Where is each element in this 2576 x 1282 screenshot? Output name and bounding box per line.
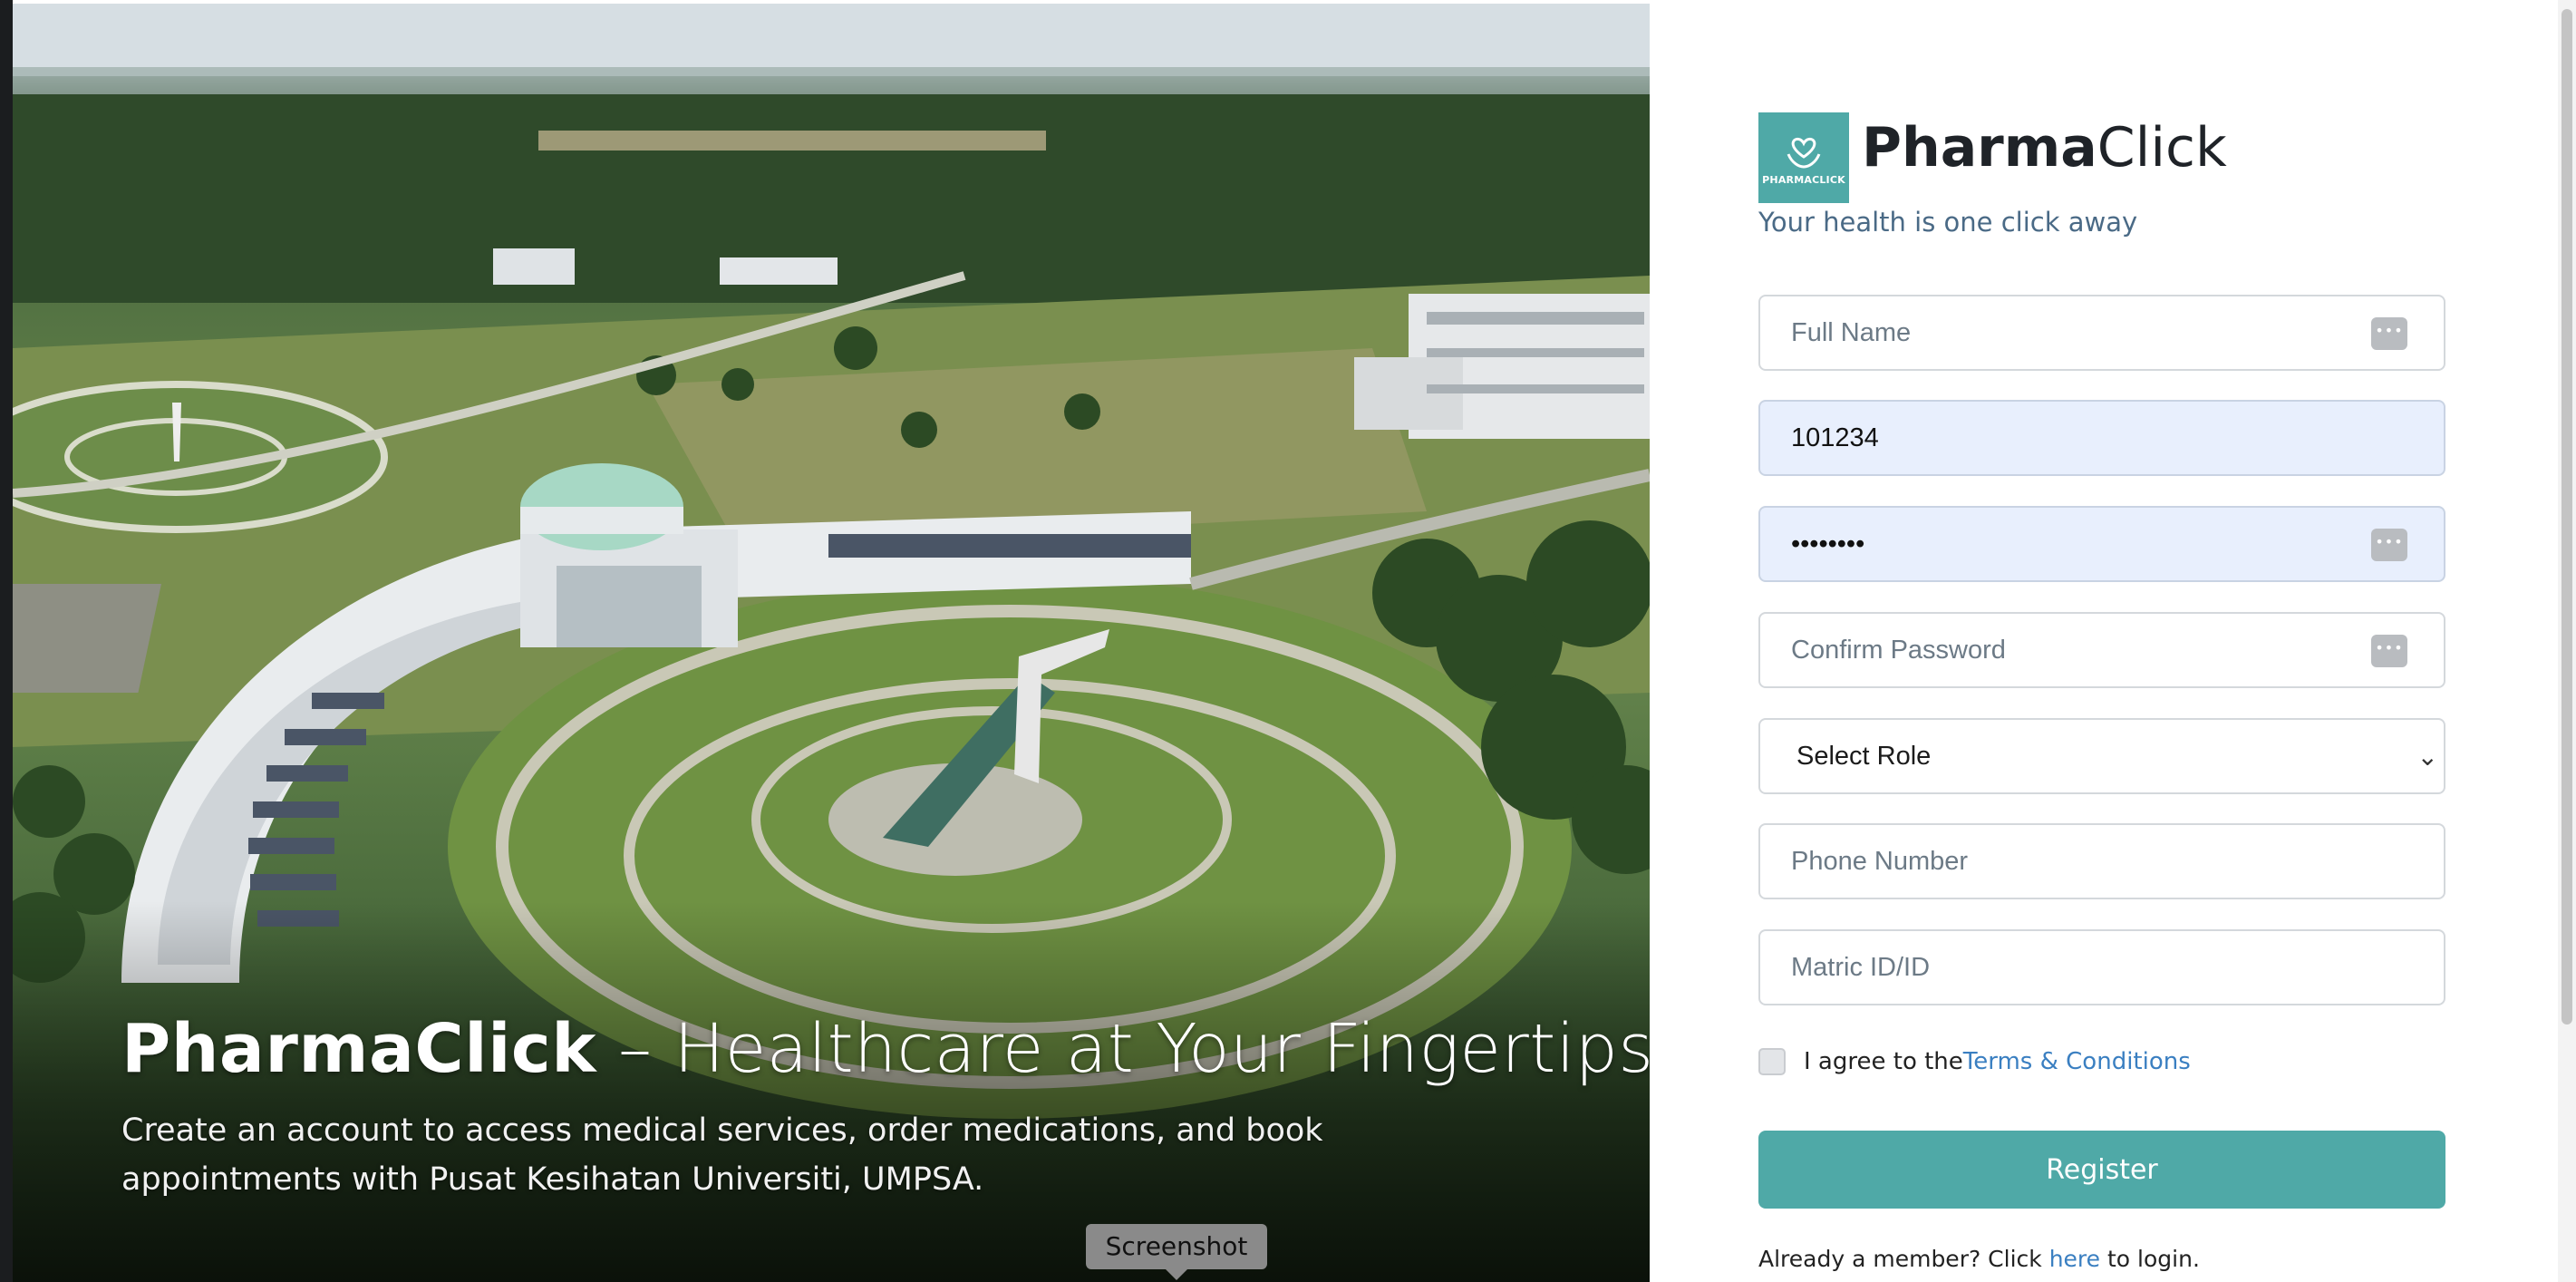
hero-title-rest: – Healthcare at Your Fingertips <box>596 1010 1650 1088</box>
brand-name-bold: Pharma <box>1862 116 2097 180</box>
brand-name: PharmaClick <box>1862 116 2227 180</box>
window-edge <box>0 0 13 1282</box>
terms-link[interactable]: Terms & Conditions <box>1963 1048 2191 1075</box>
pharmaclick-logo: PHARMACLICK <box>1758 112 1849 203</box>
hero-title-brand: PharmaClick <box>121 1010 597 1088</box>
password-manager-icon[interactable]: ••• <box>2371 635 2407 667</box>
login-prefix: Already a member? Click <box>1758 1246 2049 1272</box>
username-field[interactable] <box>1758 400 2445 476</box>
hands-heart-icon <box>1787 137 1821 169</box>
terms-agreement: I agree to the Terms & Conditions <box>1758 1045 2191 1078</box>
confirm-password-field[interactable]: ••• <box>1758 612 2445 688</box>
hero-subtitle: Create an account to access medical serv… <box>121 1112 1323 1198</box>
hero-gradient-overlay <box>13 901 1650 1282</box>
username-input[interactable] <box>1760 402 2444 474</box>
terms-prefix: I agree to the <box>1804 1048 1963 1075</box>
hero-panel: PharmaClick – Healthcare at Your Fingert… <box>13 4 1650 1282</box>
page-scrollbar[interactable] <box>2558 0 2576 1282</box>
role-select-value: Select Role <box>1796 742 1932 771</box>
password-manager-icon[interactable]: ••• <box>2371 529 2407 561</box>
screenshot-tooltip: Screenshot <box>1086 1224 1267 1269</box>
matric-id-field[interactable] <box>1758 929 2445 1005</box>
password-field[interactable]: ••• <box>1758 506 2445 582</box>
full-name-input[interactable] <box>1760 296 2444 369</box>
terms-checkbox[interactable] <box>1758 1048 1786 1075</box>
phone-field[interactable] <box>1758 823 2445 899</box>
register-button[interactable]: Register <box>1758 1131 2445 1209</box>
scrollbar-thumb[interactable] <box>2561 9 2572 1025</box>
logo-text: PHARMACLICK <box>1762 173 1845 186</box>
chevron-down-icon: ⌄ <box>2416 742 2438 772</box>
role-select[interactable]: Select Role ⌄ <box>1758 718 2445 794</box>
hero-title: PharmaClick – Healthcare at Your Fingert… <box>121 1010 1650 1088</box>
matric-id-input[interactable] <box>1760 931 2444 1004</box>
password-input[interactable] <box>1760 508 2444 580</box>
login-link[interactable]: here <box>2049 1246 2100 1272</box>
tagline: Your health is one click away <box>1758 207 2138 238</box>
phone-input[interactable] <box>1760 825 2444 898</box>
login-prompt: Already a member? Click here to login. <box>1758 1246 2200 1272</box>
login-suffix: to login. <box>2100 1246 2200 1272</box>
tooltip-arrow <box>1166 1269 1187 1280</box>
password-manager-icon[interactable]: ••• <box>2371 317 2407 350</box>
confirm-password-input[interactable] <box>1760 614 2444 686</box>
full-name-field[interactable]: ••• <box>1758 295 2445 371</box>
brand-name-light: Click <box>2097 116 2227 180</box>
